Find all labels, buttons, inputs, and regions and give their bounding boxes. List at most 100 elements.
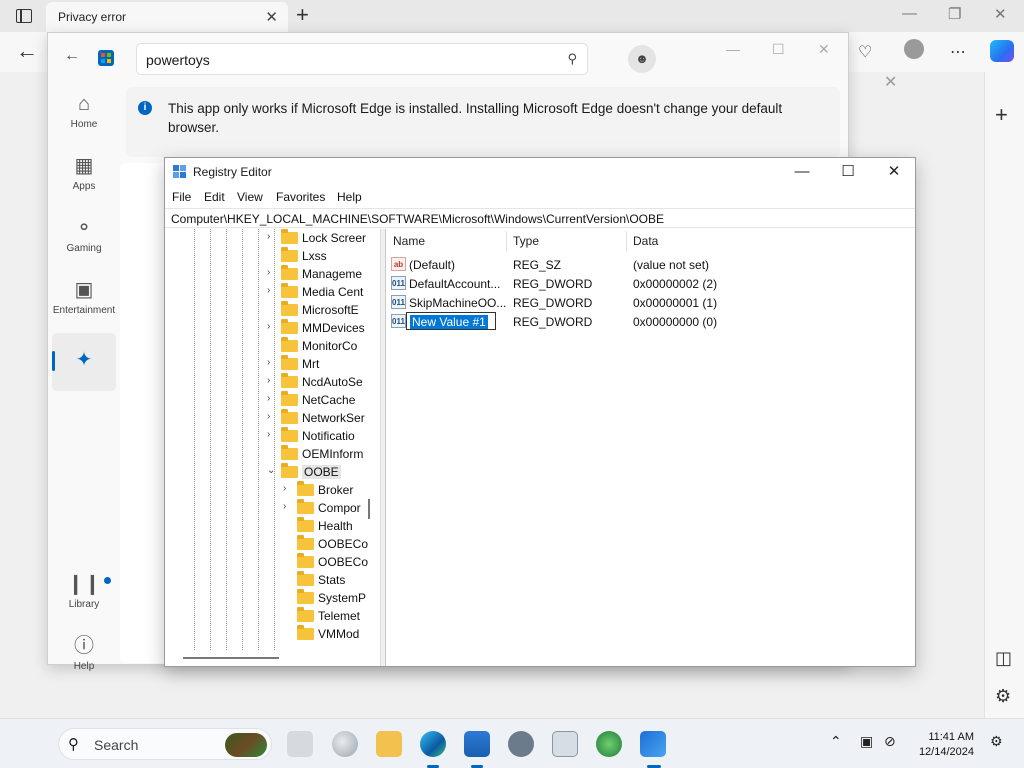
- settings-icon[interactable]: [508, 731, 534, 757]
- store-account-icon[interactable]: ☻: [628, 45, 656, 73]
- value-row[interactable]: 011 DefaultAccount... REG_DWORD 0x000000…: [386, 274, 916, 293]
- chevron-right-icon[interactable]: ›: [283, 483, 286, 494]
- nav-library[interactable]: ❙❙ Library: [52, 567, 116, 625]
- settings-gear-icon[interactable]: ⚙: [995, 686, 1011, 707]
- dismiss-icon[interactable]: ✕: [884, 72, 897, 92]
- column-divider[interactable]: [626, 231, 627, 251]
- new-tab-button[interactable]: +: [296, 3, 309, 27]
- store-minimize-icon[interactable]: —: [726, 41, 740, 57]
- nav-label: Apps: [72, 181, 96, 192]
- menu-file[interactable]: File: [172, 190, 191, 204]
- registry-values-list[interactable]: Name Type Data ab (Default) REG_SZ (valu…: [385, 229, 915, 666]
- store-search-input[interactable]: powertoys ⚲: [136, 43, 588, 75]
- weather-icon[interactable]: [332, 731, 358, 757]
- add-sidebar-icon[interactable]: +: [995, 102, 1008, 128]
- regedit-maximize-icon[interactable]: ☐: [825, 161, 871, 183]
- nav-apps[interactable]: ▦ Apps: [52, 149, 116, 207]
- taskbar-clock[interactable]: 11:41 AM 12/14/2024: [906, 730, 974, 760]
- rename-value-input[interactable]: New Value #1: [406, 312, 496, 330]
- store-close-icon[interactable]: ✕: [818, 41, 830, 58]
- tree-node-label: Manageme: [302, 267, 363, 281]
- store-logo-icon: [98, 50, 114, 66]
- chevron-right-icon[interactable]: ›: [267, 231, 270, 242]
- value-data: (value not set): [633, 258, 710, 272]
- chevron-right-icon[interactable]: ›: [283, 501, 286, 512]
- store-icon[interactable]: [464, 731, 490, 757]
- xbox-icon[interactable]: [596, 731, 622, 757]
- regedit-app-icon: [173, 165, 187, 179]
- tree-node-label: Lock Screer: [302, 231, 367, 245]
- chevron-right-icon[interactable]: ›: [267, 321, 270, 332]
- value-name: (Default): [409, 258, 456, 272]
- tree-guide: [226, 229, 227, 650]
- chevron-right-icon[interactable]: ›: [267, 411, 270, 422]
- nav-ai-hub[interactable]: ✦: [52, 333, 116, 391]
- browser-back-icon[interactable]: ←: [16, 38, 38, 64]
- minimize-icon[interactable]: —: [902, 5, 917, 22]
- tree-node-label: OOBECo: [318, 555, 369, 569]
- menu-edit[interactable]: Edit: [204, 190, 225, 204]
- copilot-icon[interactable]: [990, 40, 1014, 62]
- browser-essentials-icon[interactable]: ♡: [858, 42, 872, 62]
- search-icon[interactable]: ⚲: [567, 51, 577, 67]
- nav-help[interactable]: ⓘ Help: [52, 629, 116, 687]
- column-header-name[interactable]: Name: [393, 234, 425, 248]
- chevron-right-icon[interactable]: ›: [267, 285, 270, 296]
- value-row[interactable]: ab (Default) REG_SZ (value not set): [386, 255, 916, 274]
- profile-avatar[interactable]: [904, 39, 924, 59]
- regedit-close-icon[interactable]: ✕: [871, 161, 917, 183]
- file-explorer-icon[interactable]: [376, 731, 402, 757]
- column-divider[interactable]: [506, 231, 507, 251]
- split-screen-icon[interactable]: ◫: [995, 648, 1012, 669]
- chevron-down-icon[interactable]: ⌄: [267, 465, 275, 476]
- value-name: SkipMachineOO...: [409, 296, 507, 310]
- display-icon[interactable]: ▣: [860, 733, 873, 750]
- menu-favorites[interactable]: Favorites: [276, 190, 325, 204]
- close-tab-icon[interactable]: ✕: [265, 8, 278, 26]
- chevron-right-icon[interactable]: ›: [267, 393, 270, 404]
- column-header-type[interactable]: Type: [513, 234, 539, 248]
- notepad-icon[interactable]: [552, 731, 578, 757]
- regedit-address-bar[interactable]: Computer\HKEY_LOCAL_MACHINE\SOFTWARE\Mic…: [165, 208, 915, 228]
- store-nav: ⌂ Home ▦ Apps ⚬ Gaming ▣ Entertainment ✦…: [48, 83, 120, 672]
- nav-home[interactable]: ⌂ Home: [52, 87, 116, 145]
- value-row[interactable]: 011 SkipMachineOO... REG_DWORD 0x0000000…: [386, 293, 916, 312]
- chevron-right-icon[interactable]: ›: [267, 375, 270, 386]
- notifications-icon[interactable]: ⚙: [990, 733, 1003, 750]
- nav-entertainment[interactable]: ▣ Entertainment: [52, 273, 116, 331]
- show-hidden-icons-icon[interactable]: ⌃: [830, 733, 842, 750]
- regedit-minimize-icon[interactable]: —: [779, 161, 825, 183]
- nav-label: Library: [68, 599, 100, 610]
- chevron-right-icon[interactable]: ›: [267, 267, 270, 278]
- value-row-editing[interactable]: 011 New Value #1 REG_DWORD 0x00000000 (0…: [386, 312, 916, 331]
- menu-view[interactable]: View: [237, 190, 263, 204]
- folder-icon: [297, 499, 314, 514]
- tab-actions-icon[interactable]: [16, 9, 32, 23]
- registry-tree[interactable]: › Lock Screer Lxss › Manageme › Media Cent …: [165, 229, 381, 666]
- edge-icon[interactable]: [420, 731, 446, 757]
- nav-gaming[interactable]: ⚬ Gaming: [52, 211, 116, 269]
- taskbar-search-box[interactable]: ⚲ Search: [58, 728, 272, 760]
- restore-icon[interactable]: ❐: [948, 5, 961, 23]
- browser-tab-bar: Privacy error ✕ + — ❐ ✕: [0, 0, 1024, 32]
- browser-tab[interactable]: Privacy error ✕: [46, 2, 288, 32]
- tree-node-label: Notificatio: [302, 429, 355, 443]
- value-type: REG_SZ: [513, 258, 562, 272]
- chevron-right-icon[interactable]: ›: [267, 357, 270, 368]
- regedit-taskbar-icon[interactable]: [640, 731, 666, 757]
- store-maximize-icon[interactable]: ☐: [772, 41, 785, 58]
- store-back-icon[interactable]: ←: [64, 47, 80, 65]
- tree-node-label: Broker: [318, 483, 354, 497]
- tree-vertical-scrollbar[interactable]: [368, 499, 370, 519]
- menu-help[interactable]: Help: [337, 190, 362, 204]
- column-header-data[interactable]: Data: [633, 234, 658, 248]
- tree-horizontal-scrollbar[interactable]: [183, 657, 279, 659]
- chevron-right-icon[interactable]: ›: [267, 429, 270, 440]
- more-menu-icon[interactable]: ⋯: [950, 42, 966, 62]
- binary-value-icon: 011: [391, 314, 406, 328]
- regedit-titlebar[interactable]: Registry Editor — ☐ ✕: [165, 158, 915, 186]
- network-icon[interactable]: ⊘: [884, 733, 896, 750]
- nav-label: Gaming: [66, 243, 102, 254]
- close-window-icon[interactable]: ✕: [994, 5, 1007, 23]
- task-view-icon[interactable]: [287, 731, 313, 757]
